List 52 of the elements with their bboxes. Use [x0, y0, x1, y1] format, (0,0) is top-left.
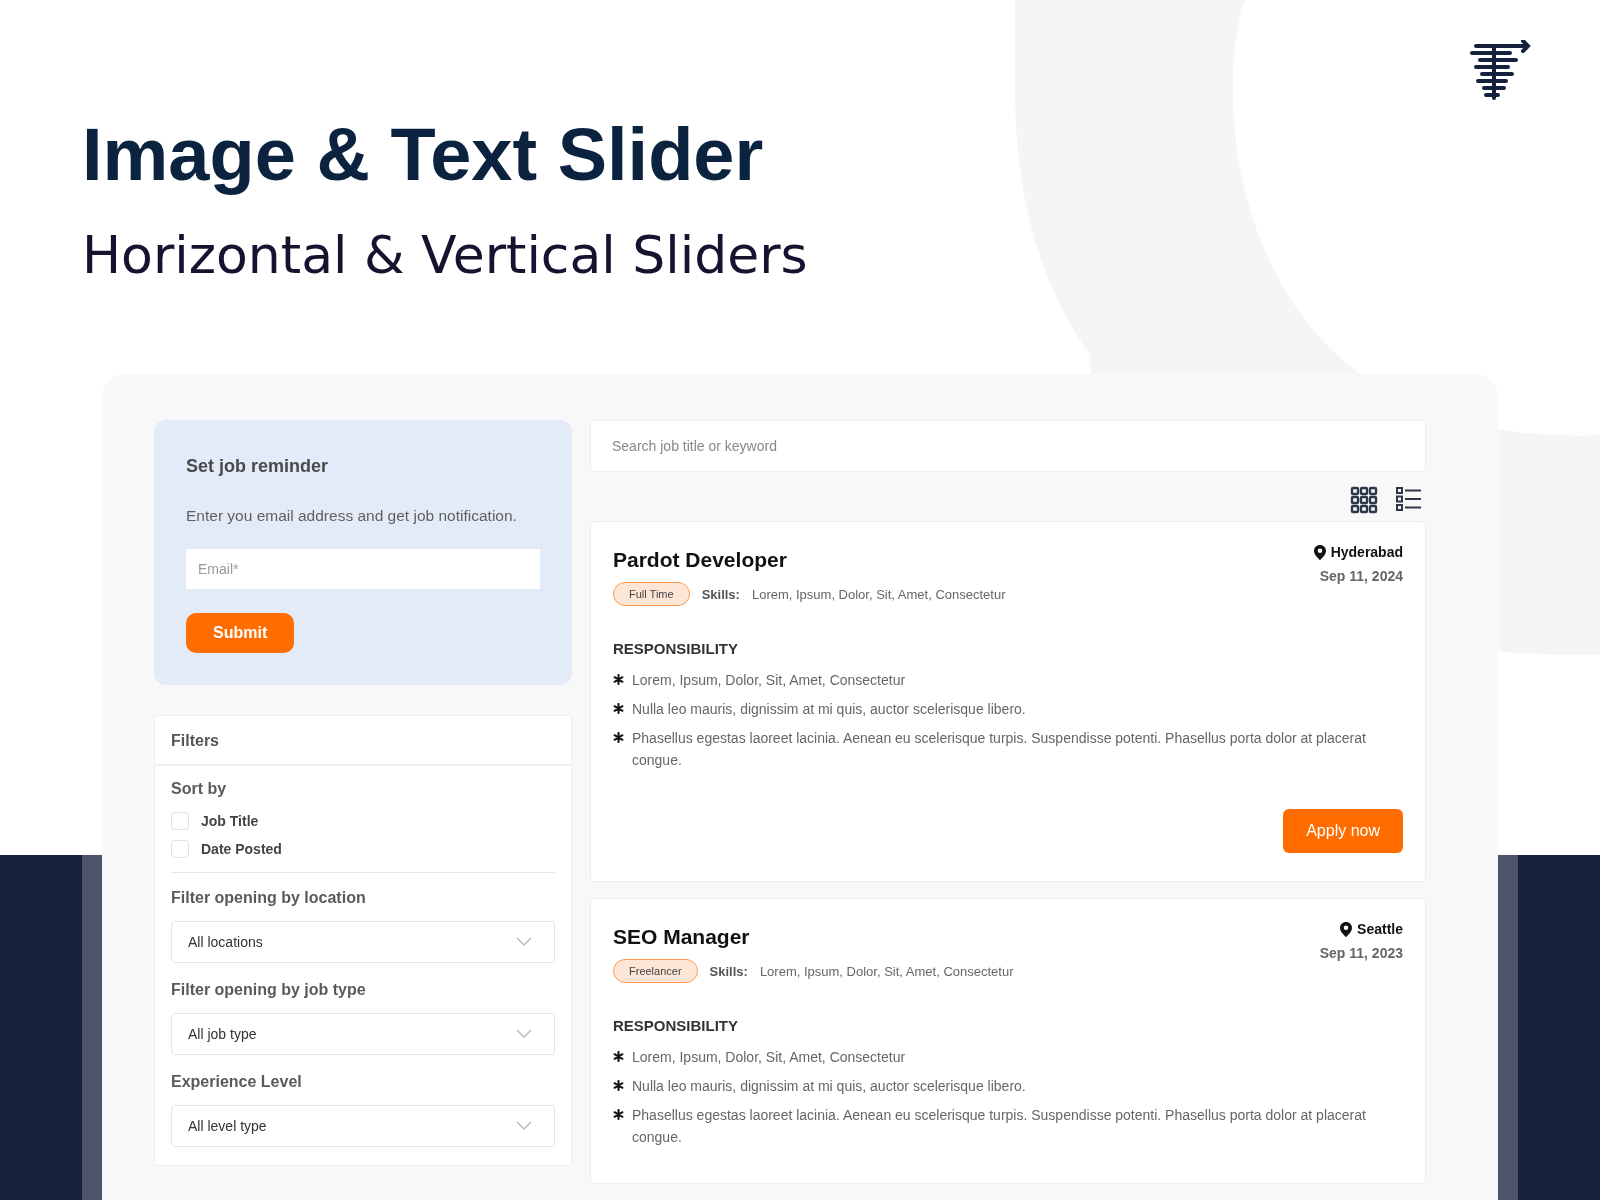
grid-view-icon[interactable] — [1350, 486, 1378, 514]
chevron-icon — [516, 1029, 532, 1039]
checkbox[interactable] — [171, 840, 189, 858]
job-type-tag: Freelancer — [613, 959, 698, 983]
page-subtitle: Horizontal & Vertical Sliders — [82, 225, 808, 285]
filter-label: Filter opening by job type — [171, 981, 367, 999]
asterisk-icon — [613, 1051, 624, 1062]
asterisk-icon — [613, 1109, 624, 1120]
location-pin-icon — [1313, 544, 1326, 560]
skills-label: Skills: — [701, 586, 740, 602]
skills-label: Skills: — [709, 963, 748, 979]
asterisk-icon — [613, 732, 624, 743]
responsibility-text: Lorem, Ipsum, Dolor, Sit, Amet, Consectetur — [632, 1048, 906, 1067]
job-date: Sep 11, 2023 — [1319, 945, 1403, 961]
page-title: Image & Text Slider — [82, 112, 765, 197]
checkbox[interactable] — [171, 812, 189, 830]
filter-label: Experience Level — [171, 1073, 303, 1091]
skills-text: Lorem, Ipsum, Dolor, Sit, Amet, Consectetur — [751, 586, 1006, 602]
search-field[interactable]: Search job title or keyword — [590, 420, 1426, 472]
job-location: Seattle — [1357, 921, 1403, 937]
checkbox-label: Job Title — [201, 813, 259, 829]
list-view-icon[interactable] — [1396, 486, 1422, 512]
skills-text: Lorem, Ipsum, Dolor, Sit, Amet, Consectetur — [759, 963, 1014, 979]
responsibility-text: Phasellus egestas laoreet lacinia. Aenean eu scelerisque turpis. Suspendisse potenti. Phasellus porta dolor at placerat congue. — [632, 1106, 1367, 1147]
dropdown[interactable]: All locations — [171, 921, 555, 963]
chevron-icon — [516, 1121, 532, 1131]
job-title: SEO Manager — [613, 925, 751, 949]
reminder-text: Enter you email address and get job notification. — [186, 507, 518, 525]
job-type-tag: Full Time — [613, 582, 690, 606]
job-date: Sep 11, 2024 — [1319, 568, 1403, 584]
section-heading: RESPONSIBILITY — [613, 1017, 740, 1034]
dropdown[interactable]: All level type — [171, 1105, 555, 1147]
email-field[interactable]: Email* — [186, 549, 540, 589]
filter-label: Filter opening by location — [171, 889, 367, 907]
responsibility-text: Phasellus egestas laoreet lacinia. Aenean eu scelerisque turpis. Suspendisse potenti. Phasellus porta dolor at placerat congue. — [632, 729, 1367, 770]
asterisk-icon — [613, 1080, 624, 1091]
job-location: Hyderabad — [1330, 544, 1403, 560]
reminder-title: Set job reminder — [186, 456, 330, 477]
checkbox-label: Date Posted — [201, 841, 282, 857]
responsibility-text: Lorem, Ipsum, Dolor, Sit, Amet, Consectetur — [632, 671, 906, 690]
asterisk-icon — [613, 703, 624, 714]
logo-icon — [1470, 40, 1532, 102]
section-heading: RESPONSIBILITY — [613, 640, 740, 657]
responsibility-text: Nulla leo mauris, dignissim at mi quis, auctor scelerisque libero. — [632, 1077, 1026, 1096]
filters-title: Filters — [155, 716, 571, 766]
responsibility-text: Nulla leo mauris, dignissim at mi quis, auctor scelerisque libero. — [632, 700, 1026, 719]
chevron-icon — [516, 937, 532, 947]
job-title: Pardot Developer — [613, 548, 788, 572]
asterisk-icon — [613, 674, 624, 685]
sort-label: Sort by — [171, 780, 228, 798]
location-pin-icon — [1340, 921, 1353, 937]
dropdown[interactable]: All job type — [171, 1013, 555, 1055]
